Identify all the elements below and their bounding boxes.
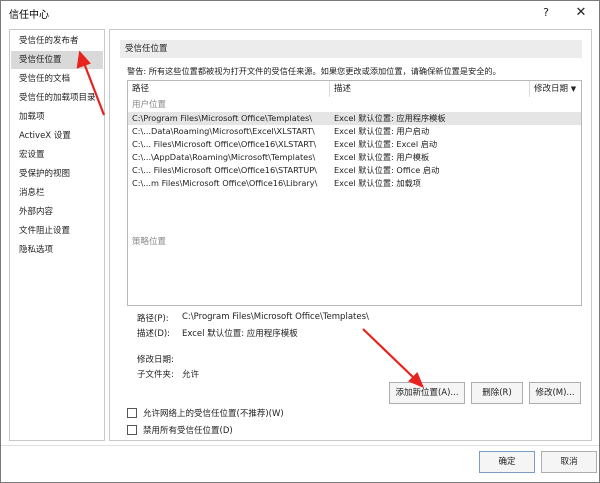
description-label: 描述(D): bbox=[137, 329, 171, 339]
sidebar: 受信任的发布者 受信任位置 受信任的文档 受信任的加载项目录 加载项 Activ… bbox=[9, 29, 105, 441]
sidebar-item-trusted-locations[interactable]: 受信任位置 bbox=[11, 51, 103, 69]
help-button[interactable]: ? bbox=[531, 3, 561, 23]
section-title: 受信任位置 bbox=[120, 40, 582, 58]
trust-center-dialog: 信任中心 ? ✕ 受信任的发布者 受信任位置 受信任的文档 受信任的加载项目录 … bbox=[0, 0, 600, 483]
row-path: C:\...m Files\Microsoft Office\Office16\… bbox=[132, 178, 318, 188]
remove-button[interactable]: 删除(R) bbox=[471, 382, 523, 404]
sidebar-item-privacy[interactable]: 隐私选项 bbox=[11, 241, 103, 259]
sort-dropdown-icon: ▼ bbox=[570, 85, 577, 93]
list-item[interactable]: C:\... Files\Microsoft Office\Office16\X… bbox=[128, 138, 581, 151]
row-description: Excel 默认位置: 应用程序模板 bbox=[334, 113, 446, 123]
row-description: Excel 默认位置: Office 启动 bbox=[334, 165, 440, 175]
list-item[interactable]: C:\...Data\Roaming\Microsoft\Excel\XLSTA… bbox=[128, 125, 581, 138]
column-separator[interactable] bbox=[529, 81, 530, 97]
trusted-locations-list[interactable]: 路径 描述 修改日期 ▼ 用户位置 C:\Program Files\Micro… bbox=[127, 80, 582, 306]
sidebar-item-trusted-documents[interactable]: 受信任的文档 bbox=[11, 70, 103, 88]
sidebar-item-trusted-publishers[interactable]: 受信任的发布者 bbox=[11, 32, 103, 50]
warning-text: 警告: 所有这些位置都被视为打开文件的受信任来源。如果您更改或添加位置，请确保新… bbox=[127, 66, 501, 76]
list-item[interactable]: C:\... Files\Microsoft Office\Office16\S… bbox=[128, 164, 581, 177]
content-panel: 受信任位置 警告: 所有这些位置都被视为打开文件的受信任来源。如果您更改或添加位… bbox=[109, 29, 592, 441]
list-item[interactable]: C:\...\AppData\Roaming\Microsoft\Templat… bbox=[128, 151, 581, 164]
row-path: C:\... Files\Microsoft Office\Office16\X… bbox=[132, 139, 317, 149]
row-description: Excel 默认位置: 加载项 bbox=[334, 178, 421, 188]
add-location-button[interactable]: 添加新位置(A)... bbox=[389, 382, 465, 404]
sidebar-item-message-bar[interactable]: 消息栏 bbox=[11, 184, 103, 202]
subfolders-label: 子文件夹: bbox=[137, 370, 174, 380]
group-user-locations: 用户位置 bbox=[132, 100, 167, 110]
modify-button[interactable]: 修改(M)... bbox=[529, 382, 581, 404]
window-title: 信任中心 bbox=[9, 10, 49, 21]
date-modified-label: 修改日期: bbox=[137, 355, 174, 365]
path-value: C:\Program Files\Microsoft Office\Templa… bbox=[182, 312, 369, 322]
column-header-description[interactable]: 描述 bbox=[334, 81, 351, 97]
column-header-date-label: 修改日期 bbox=[534, 84, 569, 94]
column-header-date[interactable]: 修改日期 ▼ bbox=[534, 81, 576, 97]
allow-network-checkbox[interactable] bbox=[127, 408, 137, 418]
row-path: C:\...Data\Roaming\Microsoft\Excel\XLSTA… bbox=[132, 126, 315, 136]
subfolders-value: 允许 bbox=[182, 370, 200, 380]
description-value: Excel 默认位置: 应用程序模板 bbox=[182, 329, 298, 339]
row-description: Excel 默认位置: 用户模板 bbox=[334, 152, 430, 162]
row-path: C:\... Files\Microsoft Office\Office16\S… bbox=[132, 165, 317, 175]
row-description: Excel 默认位置: Excel 启动 bbox=[334, 139, 438, 149]
sidebar-item-external-content[interactable]: 外部内容 bbox=[11, 203, 103, 221]
sidebar-item-macro-settings[interactable]: 宏设置 bbox=[11, 146, 103, 164]
sidebar-item-trusted-addin-catalogs[interactable]: 受信任的加载项目录 bbox=[11, 89, 103, 107]
list-item[interactable]: C:\...m Files\Microsoft Office\Office16\… bbox=[128, 177, 581, 190]
row-path: C:\...\AppData\Roaming\Microsoft\Templat… bbox=[132, 152, 316, 162]
row-path: C:\Program Files\Microsoft Office\Templa… bbox=[132, 113, 313, 123]
ok-button[interactable]: 确定 bbox=[479, 451, 535, 473]
group-policy-locations: 策略位置 bbox=[132, 237, 167, 247]
path-label: 路径(P): bbox=[137, 314, 169, 324]
allow-network-label[interactable]: 允许网络上的受信任位置(不推荐)(W) bbox=[143, 407, 284, 419]
row-description: Excel 默认位置: 用户启动 bbox=[334, 126, 430, 136]
column-separator[interactable] bbox=[329, 81, 330, 97]
column-header-path[interactable]: 路径 bbox=[132, 81, 149, 97]
cancel-button[interactable]: 取消 bbox=[541, 451, 597, 473]
disable-all-label[interactable]: 禁用所有受信任位置(D) bbox=[143, 424, 233, 436]
sidebar-item-addins[interactable]: 加载项 bbox=[11, 108, 103, 126]
sidebar-item-activex[interactable]: ActiveX 设置 bbox=[11, 127, 103, 145]
list-item[interactable]: C:\Program Files\Microsoft Office\Templa… bbox=[128, 112, 581, 125]
title-bar: 信任中心 ? ✕ bbox=[1, 1, 599, 25]
close-button[interactable]: ✕ bbox=[566, 3, 596, 23]
sidebar-item-protected-view[interactable]: 受保护的视图 bbox=[11, 165, 103, 183]
footer-divider bbox=[1, 445, 599, 446]
sidebar-item-file-block[interactable]: 文件阻止设置 bbox=[11, 222, 103, 240]
disable-all-checkbox[interactable] bbox=[127, 425, 137, 435]
